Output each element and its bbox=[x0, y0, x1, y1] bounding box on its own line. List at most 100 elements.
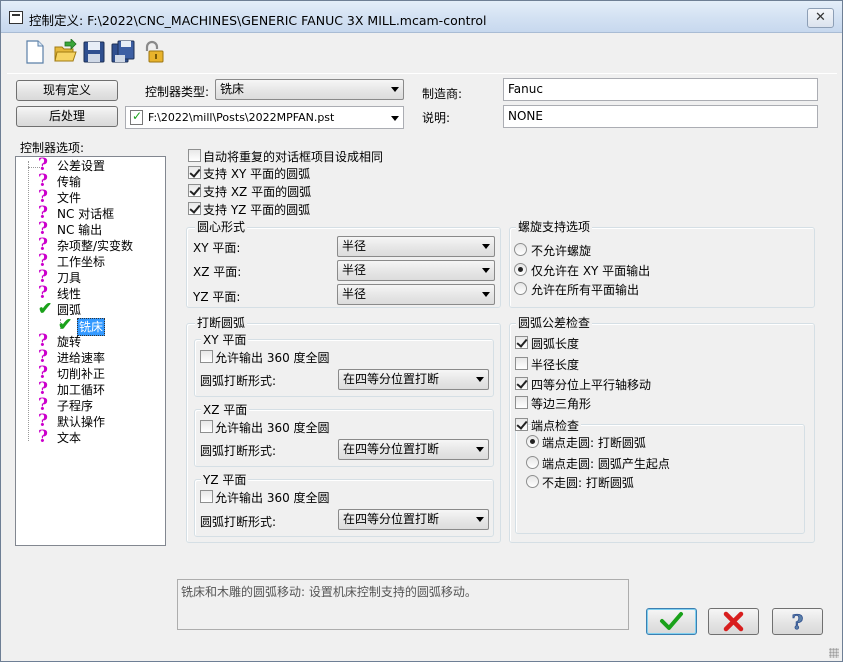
helix-xy-only-label: 仅允许在 XY 平面输出 bbox=[531, 264, 651, 278]
yz-break-type-label: 圆弧打断形式: bbox=[200, 515, 277, 529]
helix-title: 螺旋支持选项 bbox=[516, 220, 593, 234]
tree-item-label: 刀具 bbox=[57, 271, 82, 285]
yz-break-type-select[interactable]: 在四等分位置打断 bbox=[338, 509, 489, 530]
tree-item-label: 传输 bbox=[57, 175, 82, 189]
controller-options-label: 控制器选项: bbox=[20, 141, 85, 155]
no-arc-break-radio[interactable] bbox=[526, 475, 539, 488]
arc-length-checkbox[interactable] bbox=[515, 336, 528, 349]
tree-item-label: 文件 bbox=[57, 191, 82, 205]
yz-allow-360-checkbox[interactable] bbox=[200, 490, 213, 503]
tree-item-label: 切削补正 bbox=[57, 367, 106, 381]
radius-length-label: 半径长度 bbox=[531, 358, 580, 372]
file-check-icon: ✓ bbox=[130, 109, 143, 125]
xz-allow-360-checkbox[interactable] bbox=[200, 420, 213, 433]
description-label: 说明: bbox=[422, 111, 451, 125]
lock-icon[interactable] bbox=[141, 39, 165, 65]
yz-arc-label: 支持 YZ 平面的圆弧 bbox=[203, 203, 311, 217]
manufacturer-field[interactable]: Fanuc bbox=[503, 78, 818, 101]
auto-same-label: 自动将重复的对话框项目设成相同 bbox=[203, 150, 384, 164]
tree-item-label: 默认操作 bbox=[57, 415, 106, 429]
radius-length-checkbox[interactable] bbox=[515, 357, 528, 370]
checkmark-icon bbox=[660, 612, 683, 630]
help-description: 铣床和木雕的圆弧移动: 设置机床控制支持的圆弧移动。 bbox=[177, 579, 629, 630]
xz-break-type-select[interactable]: 在四等分位置打断 bbox=[338, 439, 489, 460]
xz-break-type-value: 在四等分位置打断 bbox=[343, 442, 440, 456]
help-button[interactable]: ? bbox=[772, 608, 823, 635]
tree-item-label: 工作坐标 bbox=[57, 255, 106, 269]
xz-break-type-label: 圆弧打断形式: bbox=[200, 444, 277, 458]
break-arc-title: 打断圆弧 bbox=[195, 316, 248, 330]
manufacturer-label: 制造商: bbox=[422, 87, 463, 101]
xz-arc-checkbox[interactable] bbox=[188, 184, 201, 197]
center-xy-select[interactable]: 半径 bbox=[337, 236, 495, 257]
open-folder-icon[interactable] bbox=[53, 39, 77, 65]
title-bar[interactable]: 控制定义: F:\2022\CNC_MACHINES\GENERIC FANUC… bbox=[1, 1, 842, 33]
svg-text:?: ? bbox=[792, 610, 804, 634]
xy-arc-label: 支持 XY 平面的圆弧 bbox=[203, 167, 311, 181]
endpoint-break-label: 端点走圆: 打断圆弧 bbox=[542, 436, 646, 450]
chevron-down-icon bbox=[482, 268, 490, 273]
endpoint-start-radio[interactable] bbox=[526, 456, 539, 469]
post-processor-button[interactable]: 后处理 bbox=[16, 106, 118, 127]
tree-item-label: 线性 bbox=[57, 287, 82, 301]
cancel-button[interactable] bbox=[708, 608, 759, 635]
break-xy-title: XY 平面 bbox=[201, 333, 249, 347]
description-field[interactable]: NONE bbox=[503, 105, 818, 128]
post-file-path: F:\2022\mill\Posts\2022MPFAN.pst bbox=[148, 111, 335, 124]
quadrant-move-label: 四等分位上平行轴移动 bbox=[531, 378, 652, 392]
controller-options-tree[interactable]: ? 公差设置 ? 传输 ? 文件 ? NC 对话框 ? NC 输出 ? 杂项整/实变数 ? 工… bbox=[15, 156, 166, 546]
chevron-down-icon bbox=[476, 377, 484, 382]
tree-item-label: 文本 bbox=[57, 431, 82, 445]
tree-item-label: 杂项整/实变数 bbox=[57, 239, 134, 253]
helix-xy-only-radio[interactable] bbox=[514, 263, 527, 276]
chevron-down-icon bbox=[476, 447, 484, 452]
resize-grip[interactable] bbox=[829, 648, 839, 658]
endpoint-check-checkbox[interactable] bbox=[515, 418, 528, 431]
close-button[interactable]: ✕ bbox=[807, 8, 834, 28]
yz-allow-360-label: 允许输出 360 度全圆 bbox=[215, 491, 330, 505]
equilateral-checkbox[interactable] bbox=[515, 396, 528, 409]
current-definition-button[interactable]: 现有定义 bbox=[16, 80, 118, 101]
center-yz-select[interactable]: 半径 bbox=[337, 284, 495, 305]
new-file-icon[interactable] bbox=[23, 39, 47, 65]
quadrant-move-checkbox[interactable] bbox=[515, 377, 528, 390]
endpoint-start-label: 端点走圆: 圆弧产生起点 bbox=[542, 457, 670, 471]
tree-item-label: NC 对话框 bbox=[57, 207, 115, 221]
endpoint-break-radio[interactable] bbox=[526, 435, 539, 448]
xy-arc-checkbox[interactable] bbox=[188, 166, 201, 179]
xy-allow-360-checkbox[interactable] bbox=[200, 350, 213, 363]
center-xz-select[interactable]: 半径 bbox=[337, 260, 495, 281]
tree-connector bbox=[28, 161, 29, 441]
equilateral-label: 等边三角形 bbox=[531, 397, 592, 411]
dialog-window: 控制定义: F:\2022\CNC_MACHINES\GENERIC FANUC… bbox=[0, 0, 843, 662]
break-xz-title: XZ 平面 bbox=[201, 403, 250, 417]
arc-length-label: 圆弧长度 bbox=[531, 337, 580, 351]
tree-item-label: 加工循环 bbox=[57, 383, 106, 397]
xy-break-type-select[interactable]: 在四等分位置打断 bbox=[338, 369, 489, 390]
helix-none-radio[interactable] bbox=[514, 243, 527, 256]
center-yz-label: YZ 平面: bbox=[193, 290, 241, 304]
toolbar-divider bbox=[7, 73, 837, 74]
save-all-icon[interactable] bbox=[111, 39, 135, 65]
tree-item-label: 铣床 bbox=[77, 318, 106, 336]
helix-all-planes-radio[interactable] bbox=[514, 282, 527, 295]
save-icon[interactable] bbox=[82, 39, 106, 65]
help-icon: ? bbox=[791, 610, 804, 635]
post-file-select[interactable]: ✓ F:\2022\mill\Posts\2022MPFAN.pst bbox=[125, 106, 404, 129]
controller-type-label: 控制器类型: bbox=[145, 85, 210, 99]
controller-type-select[interactable]: 铣床 bbox=[215, 79, 404, 100]
question-icon: ? bbox=[38, 427, 48, 447]
center-xz-label: XZ 平面: bbox=[193, 265, 242, 279]
xy-break-type-value: 在四等分位置打断 bbox=[343, 372, 440, 386]
yz-arc-checkbox[interactable] bbox=[188, 202, 201, 215]
tree-item-label: 进给速率 bbox=[57, 351, 106, 365]
tree-item-label: NC 输出 bbox=[57, 223, 103, 237]
center-xz-value: 半径 bbox=[342, 263, 367, 277]
checkmark-icon: ✔ bbox=[58, 315, 73, 335]
tree-item-label: 旋转 bbox=[57, 335, 82, 349]
auto-same-checkbox[interactable] bbox=[188, 149, 201, 162]
chevron-down-icon bbox=[391, 87, 399, 92]
close-icon bbox=[723, 611, 744, 632]
ok-button[interactable] bbox=[646, 608, 697, 635]
center-format-title: 圆心形式 bbox=[195, 220, 248, 234]
